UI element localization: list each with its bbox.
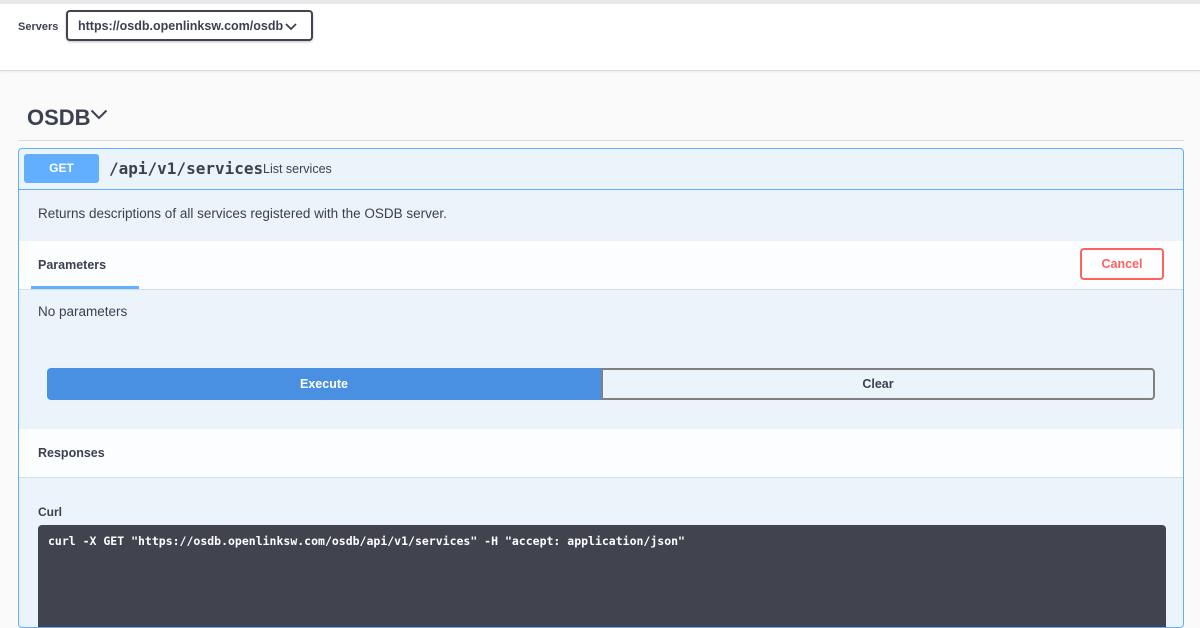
execute-button[interactable]: Execute bbox=[47, 368, 601, 400]
tag-section-osdb[interactable]: OSDB bbox=[18, 96, 1184, 141]
chevron-down-icon bbox=[285, 20, 297, 34]
operation-block: GET /api/v1/services List services Retur… bbox=[18, 148, 1184, 628]
cancel-button[interactable]: Cancel bbox=[1080, 248, 1164, 280]
execute-button-group: Execute Clear bbox=[47, 368, 1155, 400]
operation-description: Returns descriptions of all services reg… bbox=[38, 206, 447, 221]
operation-path: /api/v1/services bbox=[109, 159, 264, 178]
curl-label: Curl bbox=[38, 505, 62, 519]
tab-parameters[interactable]: Parameters bbox=[38, 258, 106, 272]
tag-title: OSDB bbox=[27, 105, 91, 130]
servers-label: Servers bbox=[18, 21, 59, 33]
parameters-header: Parameters Cancel bbox=[19, 241, 1183, 290]
curl-command[interactable]: curl -X GET "https://osdb.openlinksw.com… bbox=[38, 525, 1166, 627]
chevron-down-icon[interactable] bbox=[90, 107, 108, 125]
responses-header: Responses bbox=[19, 429, 1183, 478]
responses-title: Responses bbox=[38, 446, 105, 460]
server-select[interactable]: https://osdb.openlinksw.com/osdb bbox=[66, 10, 313, 41]
operation-summary[interactable]: GET /api/v1/services List services bbox=[19, 149, 1183, 190]
server-select-value: https://osdb.openlinksw.com/osdb bbox=[78, 19, 284, 33]
clear-button[interactable]: Clear bbox=[601, 368, 1155, 400]
no-parameters-text: No parameters bbox=[38, 304, 128, 319]
tab-underline bbox=[31, 286, 139, 289]
servers-bar: Servers https://osdb.openlinksw.com/osdb bbox=[0, 4, 1200, 71]
operation-summary-text: List services bbox=[263, 162, 332, 176]
method-badge: GET bbox=[24, 154, 99, 183]
